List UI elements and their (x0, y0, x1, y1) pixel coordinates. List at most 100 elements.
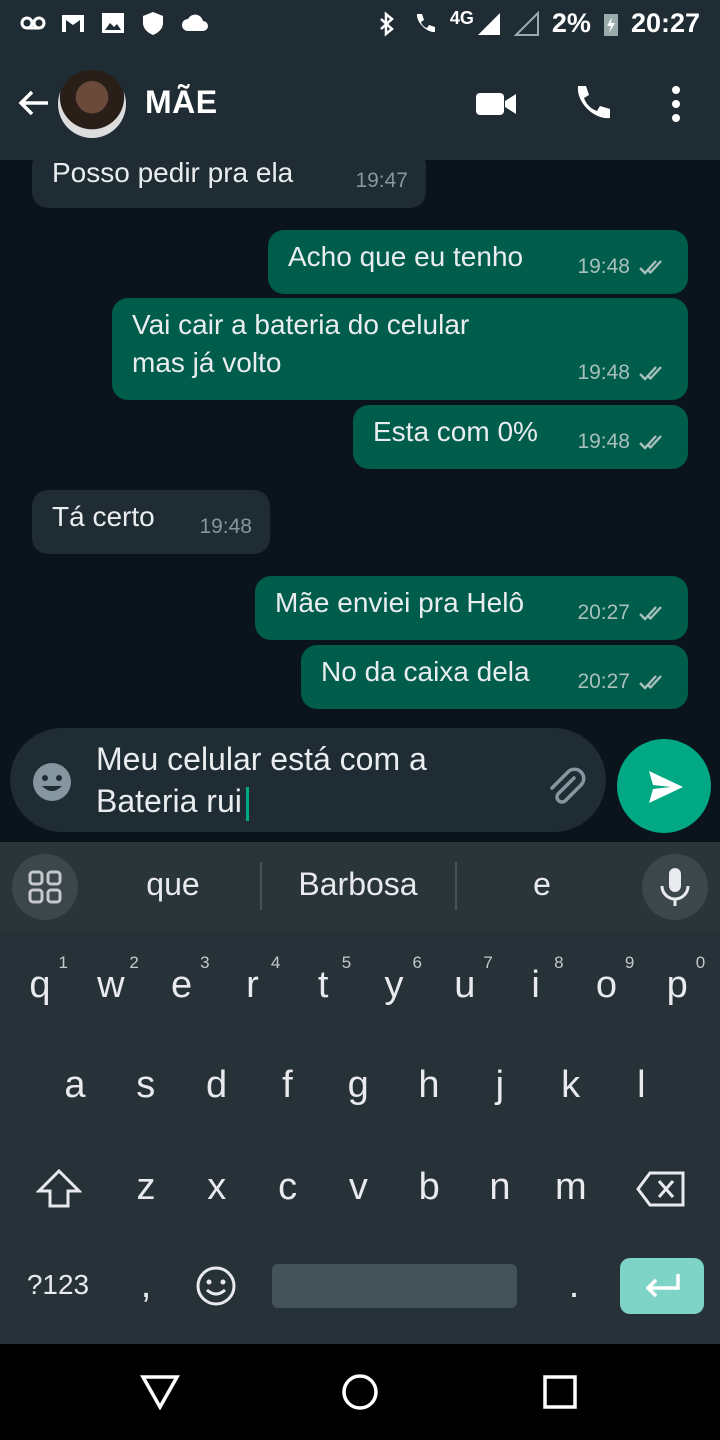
key-hint: 0 (695, 953, 706, 972)
bluetooth-icon (380, 10, 394, 37)
back-arrow-icon[interactable] (14, 83, 54, 123)
key-label: a (64, 1064, 86, 1106)
avatar[interactable] (58, 70, 126, 138)
message-time: 19:48 (577, 255, 630, 278)
key[interactable]: i8 (506, 940, 566, 1030)
voice-call-icon[interactable] (570, 82, 614, 126)
comma-key[interactable]: , (116, 1240, 176, 1330)
key[interactable]: a (45, 1040, 105, 1130)
key[interactable]: y6 (364, 940, 424, 1030)
emoji-keyboard-icon[interactable] (194, 1264, 238, 1308)
more-options-icon[interactable] (654, 82, 698, 126)
key-label: f (282, 1064, 293, 1106)
double-check-icon (639, 260, 662, 275)
message-time: 19:48 (199, 515, 252, 538)
key-hint: 9 (624, 953, 635, 972)
send-button[interactable] (617, 739, 711, 833)
divider (260, 862, 262, 910)
shift-icon[interactable] (36, 1168, 82, 1210)
key[interactable]: c (258, 1142, 318, 1232)
key[interactable]: p0 (647, 940, 707, 1030)
key[interactable]: f (257, 1040, 317, 1130)
key[interactable]: r4 (222, 940, 282, 1030)
signal-icon (477, 12, 500, 35)
voicemail-icon (20, 16, 46, 30)
key-label: s (136, 1064, 156, 1106)
video-call-icon[interactable] (474, 82, 518, 126)
key[interactable]: u7 (435, 940, 495, 1030)
key[interactable]: n (470, 1142, 530, 1232)
key-label: u (454, 964, 476, 1006)
key[interactable]: k (541, 1040, 601, 1130)
message-time: 20:27 (577, 601, 630, 624)
key[interactable]: x (187, 1142, 247, 1232)
message-time: 19:48 (577, 361, 630, 384)
suggestion-2[interactable]: Barbosa (278, 866, 438, 903)
key[interactable]: g (328, 1040, 388, 1130)
key-label: j (495, 1064, 505, 1106)
gallery-icon (102, 13, 124, 33)
key[interactable]: b (399, 1142, 459, 1232)
chat-area[interactable]: Posso pedir pra ela 19:47 Acho que eu te… (0, 160, 720, 730)
message-bubble[interactable]: Mãe enviei pra Helô 20:27 (255, 576, 688, 640)
key[interactable]: d (187, 1040, 247, 1130)
no-signal-icon (513, 10, 539, 36)
nav-back-icon[interactable] (140, 1374, 180, 1410)
key[interactable]: l (611, 1040, 671, 1130)
key[interactable]: e3 (152, 940, 212, 1030)
key[interactable]: h (399, 1040, 459, 1130)
suggestion-1[interactable]: que (93, 866, 253, 903)
key[interactable]: s (116, 1040, 176, 1130)
suggestion-3[interactable]: e (462, 866, 622, 903)
key-label: n (489, 1166, 511, 1208)
key-label: m (554, 1166, 587, 1208)
contact-name[interactable]: MÃE (145, 84, 218, 121)
key[interactable]: m (541, 1142, 601, 1232)
navigation-bar (0, 1344, 720, 1440)
enter-key[interactable] (620, 1258, 704, 1314)
key-label: d (206, 1064, 228, 1106)
emoji-icon[interactable] (30, 760, 74, 804)
key-hint: 7 (483, 953, 493, 972)
symbols-key[interactable]: ?123 (20, 1240, 96, 1330)
network-type: 4G (449, 8, 474, 28)
message-bubble[interactable]: Vai cair a bateria do celular mas já vol… (112, 298, 688, 400)
key[interactable]: w2 (81, 940, 141, 1030)
attach-icon[interactable] (544, 764, 590, 810)
message-input-value: Meu celular está com a Bateria rui (96, 741, 427, 819)
message-composer[interactable]: Meu celular está com a Bateria rui (10, 728, 606, 832)
message-bubble[interactable]: Acho que eu tenho 19:48 (268, 230, 688, 294)
key[interactable]: z (116, 1142, 176, 1232)
key-label: x (207, 1166, 227, 1208)
nav-home-icon[interactable] (340, 1372, 380, 1412)
key[interactable]: v (328, 1142, 388, 1232)
key[interactable]: q1 (10, 940, 70, 1030)
message-bubble[interactable]: No da caixa dela 20:27 (301, 645, 688, 709)
key[interactable]: j (470, 1040, 530, 1130)
message-bubble[interactable]: Esta com 0% 19:48 (353, 405, 688, 469)
key-hint: 2 (129, 953, 139, 972)
apps-grid-icon[interactable] (12, 854, 78, 920)
enter-icon (645, 1274, 680, 1298)
key-label: g (347, 1064, 369, 1106)
nav-recents-icon[interactable] (542, 1374, 578, 1410)
microphone-icon[interactable] (642, 854, 708, 920)
message-time: 19:48 (577, 430, 630, 453)
message-input[interactable]: Meu celular está com a Bateria rui (96, 738, 516, 822)
period-key[interactable]: . (544, 1240, 604, 1330)
key-label: q (29, 964, 51, 1006)
space-bar[interactable] (272, 1264, 517, 1308)
key-label: r (246, 964, 259, 1006)
cloud-icon (182, 14, 208, 31)
message-bubble[interactable]: Tá certo 19:48 (32, 490, 270, 554)
key[interactable]: t5 (293, 940, 353, 1030)
key-label: e (171, 964, 193, 1006)
key[interactable]: o9 (576, 940, 636, 1030)
text-cursor (245, 786, 249, 821)
key-label: c (278, 1166, 298, 1208)
keyboard: que Barbosa e ?123 , . q1w2e3r4t5y6u7i8o… (0, 842, 720, 1344)
message-bubble[interactable]: Posso pedir pra ela 19:47 (32, 160, 426, 208)
backspace-icon[interactable] (636, 1170, 686, 1208)
send-icon (649, 771, 683, 803)
key-label: w (97, 964, 125, 1006)
